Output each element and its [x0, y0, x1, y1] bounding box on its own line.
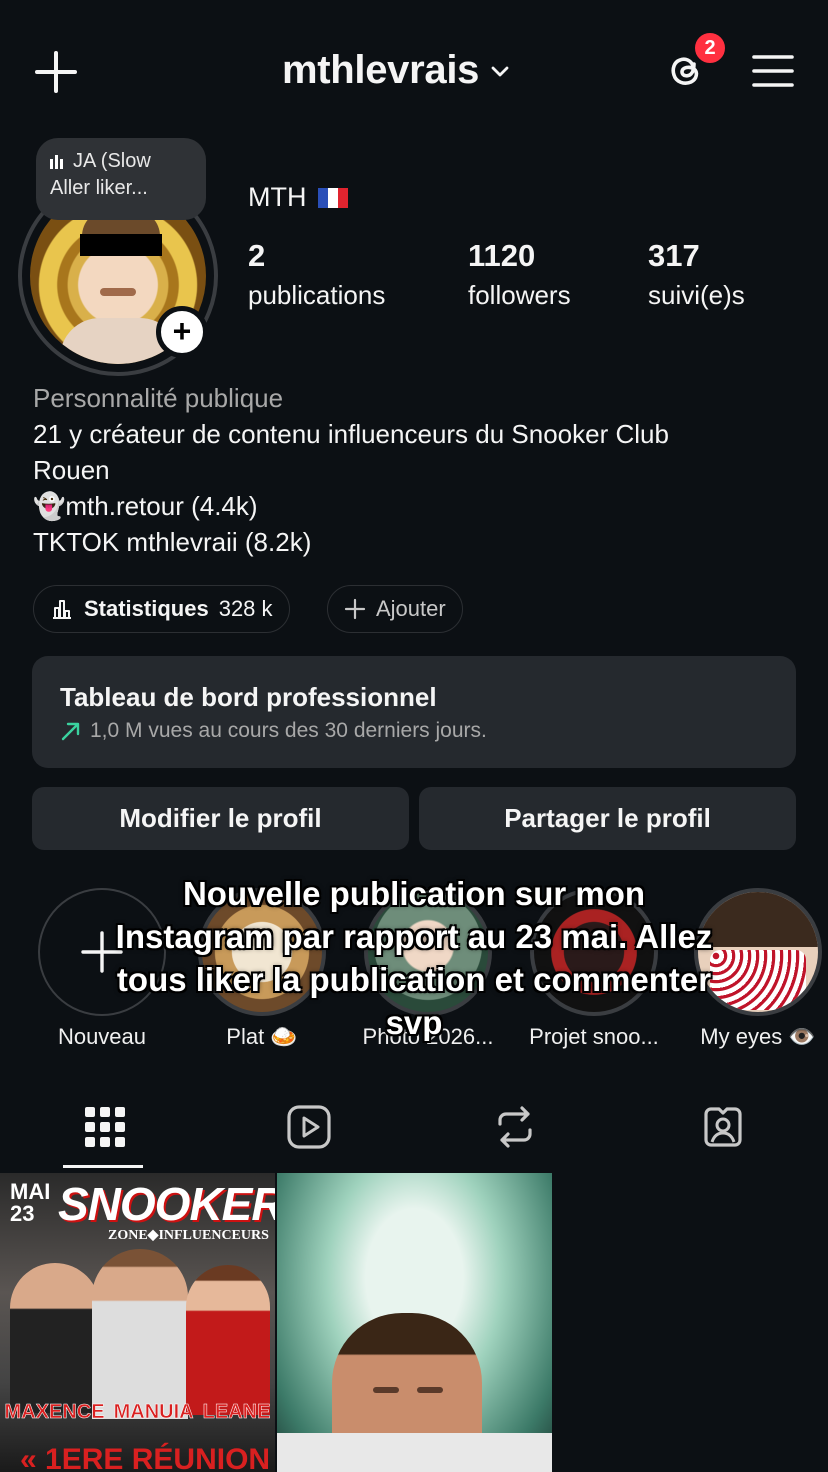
- bio: Personnalité publique 21 y créateur de c…: [33, 380, 813, 560]
- note-line1: JA (Slow: [73, 150, 151, 172]
- music-equalizer-icon: [50, 154, 63, 169]
- edit-profile-button[interactable]: Modifier le profil: [32, 787, 409, 850]
- professional-dashboard[interactable]: Tableau de bord professionnel 1,0 M vues…: [32, 656, 796, 768]
- stat-following[interactable]: 317 suivi(e)s: [648, 238, 745, 311]
- username-switcher[interactable]: mthlevrais: [282, 48, 511, 93]
- bio-line: Rouen: [33, 455, 110, 485]
- share-profile-button[interactable]: Partager le profil: [419, 787, 796, 850]
- stat-followers[interactable]: 1120 followers: [468, 238, 571, 311]
- trend-up-icon: [61, 722, 80, 741]
- chip-value: 328 k: [218, 596, 273, 621]
- chip-label: Statistiques: [84, 596, 209, 621]
- menu-hamburger-icon[interactable]: [752, 54, 794, 88]
- post-date-text: MAI 23: [10, 1179, 51, 1226]
- stat-value: 1120: [468, 238, 536, 273]
- post-name-text: MAXENCE: [4, 1401, 105, 1424]
- post-title-text: SNOOKER: [58, 1178, 275, 1230]
- notification-badge: 2: [692, 30, 728, 66]
- stat-value: 317: [648, 238, 700, 273]
- post-name-text: LEANE: [202, 1401, 271, 1424]
- stat-label: suivi(e)s: [648, 280, 745, 310]
- post-bottom-text: « 1ERE RÉUNION »: [20, 1443, 275, 1472]
- dashboard-title: Tableau de bord professionnel: [60, 682, 437, 712]
- note-line2: Aller liker...: [50, 177, 148, 199]
- censor-bar: [80, 234, 162, 256]
- bar-chart-icon: [53, 600, 71, 619]
- grid-icon[interactable]: [80, 1102, 130, 1152]
- post-subtitle-text: ZONE◆INFLUENCEURS: [108, 1228, 269, 1243]
- active-tab-indicator: [63, 1165, 143, 1168]
- tagged-icon[interactable]: [698, 1102, 748, 1152]
- new-post-plus-icon[interactable]: [34, 50, 78, 94]
- stat-label: publications: [248, 280, 386, 310]
- bio-line: TKTOK mthlevraii (8.2k): [33, 527, 312, 557]
- post-thumbnail[interactable]: MAI 23 SNOOKER ZONE◆INFLUENCEURS MAXENCE…: [0, 1173, 275, 1472]
- stat-label: followers: [468, 280, 571, 310]
- category-label: Personnalité publique: [33, 383, 284, 413]
- post-thumbnail[interactable]: [277, 1173, 552, 1472]
- reposts-icon[interactable]: [490, 1102, 540, 1152]
- stat-value: 2: [248, 238, 266, 273]
- video-caption-overlay: Nouvelle publication sur mon Instagram p…: [115, 875, 713, 1041]
- reels-icon[interactable]: [284, 1102, 334, 1152]
- display-name: MTH: [248, 182, 349, 213]
- display-name-text: MTH: [248, 182, 307, 212]
- plus-icon: [344, 598, 366, 620]
- note-bubble[interactable]: JA (Slow Aller liker...: [36, 138, 206, 220]
- statistics-chip[interactable]: Statistiques 328 k: [33, 585, 290, 633]
- add-story-button[interactable]: +: [156, 306, 208, 358]
- plus-icon: +: [172, 312, 192, 349]
- france-flag-icon: [318, 187, 349, 208]
- post-name-text: MANUIA: [113, 1401, 194, 1424]
- dashboard-subtitle: 1,0 M vues au cours des 30 derniers jour…: [90, 719, 487, 742]
- add-chip[interactable]: Ajouter: [327, 585, 463, 633]
- bio-line: 👻mth.retour (4.4k): [33, 491, 258, 521]
- bio-line: 21 y créateur de contenu influenceurs du…: [33, 419, 669, 449]
- stat-publications[interactable]: 2 publications: [248, 238, 385, 311]
- username-title: mthlevrais: [282, 48, 480, 92]
- chip-label: Ajouter: [376, 596, 446, 621]
- chevron-down-icon: [491, 66, 509, 76]
